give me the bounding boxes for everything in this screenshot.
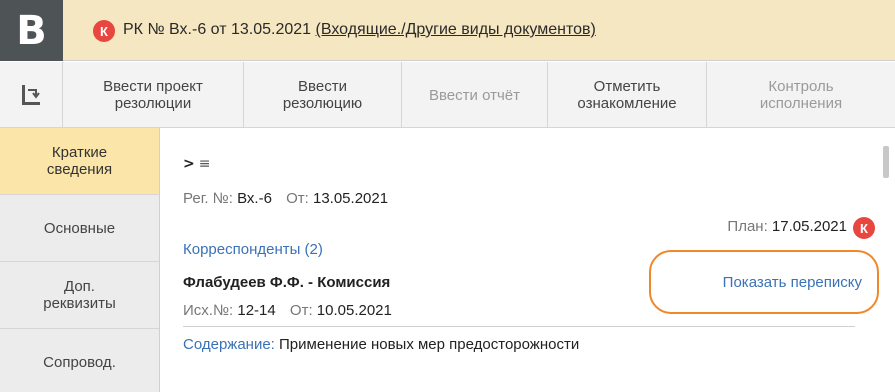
plan-date: План: 17.05.2021 (727, 218, 847, 235)
sidebar-item-summary[interactable]: Краткие сведения (0, 128, 159, 195)
enter-resolution-draft-button[interactable]: Ввести проект резолюции (63, 62, 244, 128)
plan-label: План: (727, 218, 772, 235)
scrollbar-thumb[interactable] (883, 146, 889, 178)
document-title-text: РК № Вх.-6 от 13.05.2021 (123, 21, 316, 38)
reg-date-label: От: (286, 190, 313, 207)
document-type-link[interactable]: (Входящие./Другие виды документов) (316, 21, 596, 38)
execution-control-button[interactable]: Контроль исполнения (707, 62, 895, 128)
outgoing-number-value: 12-14 (237, 302, 276, 319)
content-label: Содержание: (183, 336, 279, 353)
control-badge-icon: К (93, 20, 115, 42)
outgoing-date-label: От: (289, 302, 317, 319)
document-title: РК № Вх.-6 от 13.05.2021 (Входящие./Друг… (123, 21, 596, 39)
correspondent-name: Флабудеев Ф.Ф. - Комиссия (183, 274, 391, 291)
sidebar-item-extra-details[interactable]: Доп. реквизиты (0, 262, 159, 329)
chevron-right-icon: > (183, 156, 195, 172)
enter-resolution-button[interactable]: Ввести резолюцию (244, 62, 402, 128)
title-bar: B К РК № Вх.-6 от 13.05.2021 (Входящие./… (0, 0, 895, 61)
correspondents-link[interactable]: Корреспонденты (2) (183, 241, 323, 258)
return-icon (22, 85, 40, 105)
menu-lines-icon: ≡ (198, 156, 211, 172)
outgoing-line: Исх.№: 12-14 От: 10.05.2021 (183, 302, 392, 319)
content-line: Содержание: Применение новых мер предост… (183, 336, 579, 353)
expand-toggle[interactable]: > ≡ (183, 156, 210, 172)
divider (183, 326, 855, 327)
sidebar-item-main[interactable]: Основные (0, 195, 159, 262)
registration-line: Рег. №: Вх.-6 От: 13.05.2021 (183, 190, 388, 207)
enter-report-button[interactable]: Ввести отчёт (402, 62, 548, 128)
sidebar-item-accompanying[interactable]: Сопровод. (0, 329, 159, 392)
reg-number-label: Рег. №: (183, 190, 238, 207)
app-logo: B (0, 0, 63, 61)
reg-date-value: 13.05.2021 (312, 190, 389, 207)
sidebar: Краткие сведения Основные Доп. реквизиты… (0, 128, 160, 392)
mark-acquaintance-button[interactable]: Отметить ознакомление (548, 62, 707, 128)
outgoing-date-value: 10.05.2021 (316, 302, 392, 319)
main-panel: > ≡ Рег. №: Вх.-6 От: 13.05.2021 План: 17… (161, 128, 895, 392)
plan-value: 17.05.2021 (771, 218, 847, 235)
control-badge-icon: К (853, 217, 875, 239)
toolbar: Ввести проект резолюции Ввести резолюцию… (0, 62, 895, 128)
content-value: Применение новых мер предосторожности (279, 336, 580, 353)
reg-number-value: Вх.-6 (237, 190, 272, 207)
back-button[interactable] (0, 62, 63, 128)
outgoing-number-label: Исх.№: (183, 302, 238, 319)
highlight-annotation (649, 250, 879, 314)
